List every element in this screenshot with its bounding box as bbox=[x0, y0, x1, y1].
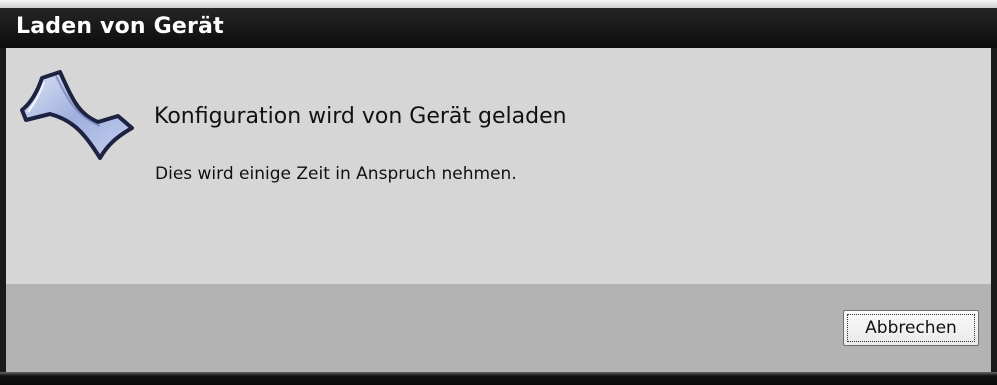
title-bar[interactable]: Laden von Gerät bbox=[0, 0, 997, 48]
cancel-button[interactable]: Abbrechen bbox=[843, 310, 979, 346]
hourglass-icon bbox=[20, 70, 134, 160]
window-title: Laden von Gerät bbox=[16, 14, 224, 39]
dialog-footer: Abbrechen bbox=[6, 284, 991, 372]
dialog-heading: Konfiguration wird von Gerät geladen bbox=[154, 104, 567, 129]
bottom-border bbox=[0, 372, 997, 385]
dialog-content: Konfiguration wird von Gerät geladen Die… bbox=[6, 48, 991, 284]
loading-dialog: Laden von Gerät Konfiguration wird von G… bbox=[0, 0, 997, 385]
dialog-message: Dies wird einige Zeit in Anspruch nehmen… bbox=[155, 164, 517, 184]
cancel-button-label: Abbrechen bbox=[865, 318, 957, 338]
